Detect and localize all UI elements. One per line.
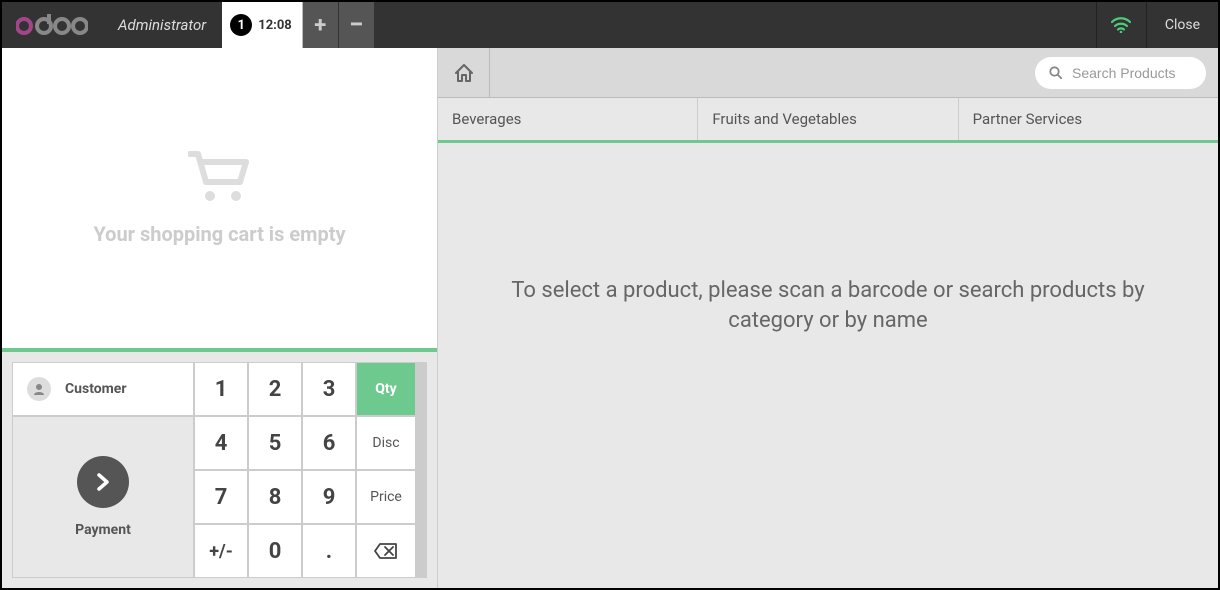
product-hint-text: To select a product, please scan a barco… <box>508 276 1148 335</box>
action-pad: Customer 1 2 3 Qty Payment 4 5 6 Disc 7 … <box>2 348 437 588</box>
numpad-0[interactable]: 0 <box>249 525 301 577</box>
search-icon <box>1049 66 1062 79</box>
order-time: 12:08 <box>258 18 292 33</box>
numpad-7[interactable]: 7 <box>195 471 247 523</box>
home-icon <box>453 63 475 83</box>
category-beverages[interactable]: Beverages <box>438 98 698 140</box>
category-fruits-and-vegetables[interactable]: Fruits and Vegetables <box>698 98 958 140</box>
chevron-right-icon <box>77 456 129 508</box>
numpad-8[interactable]: 8 <box>249 471 301 523</box>
breadcrumb-row <box>438 48 1218 98</box>
search-input[interactable] <box>1072 65 1192 81</box>
close-button[interactable]: Close <box>1146 2 1218 48</box>
mode-disc-button[interactable]: Disc <box>357 417 415 469</box>
username[interactable]: Administrator <box>102 2 222 48</box>
customer-label: Customer <box>65 381 126 397</box>
add-order-button[interactable]: + <box>303 2 339 48</box>
numpad-2[interactable]: 2 <box>249 363 301 415</box>
numpad-3[interactable]: 3 <box>303 363 355 415</box>
cart-area: Your shopping cart is empty <box>2 48 437 348</box>
left-panel: Your shopping cart is empty Customer 1 2… <box>2 48 438 588</box>
numpad-9[interactable]: 9 <box>303 471 355 523</box>
topbar: Administrator 1 12:08 + − Close <box>2 2 1218 48</box>
product-area: To select a product, please scan a barco… <box>438 143 1218 588</box>
numpad-5[interactable]: 5 <box>249 417 301 469</box>
logo <box>2 2 102 48</box>
right-panel: Beverages Fruits and Vegetables Partner … <box>438 48 1218 588</box>
user-icon <box>27 377 51 401</box>
order-tab-active[interactable]: 1 12:08 <box>222 2 303 48</box>
remove-order-button[interactable]: − <box>339 2 375 48</box>
numpad-4[interactable]: 4 <box>195 417 247 469</box>
numpad-6[interactable]: 6 <box>303 417 355 469</box>
numpad-sign[interactable]: +/- <box>195 525 247 577</box>
payment-label: Payment <box>75 522 131 538</box>
category-partner-services[interactable]: Partner Services <box>959 98 1218 140</box>
search-box[interactable] <box>1035 57 1206 89</box>
odoo-logo-icon <box>16 14 88 36</box>
mode-price-button[interactable]: Price <box>357 471 415 523</box>
order-number-badge: 1 <box>230 14 252 36</box>
payment-button[interactable]: Payment <box>13 417 193 577</box>
connection-status-icon <box>1096 2 1146 48</box>
cart-empty-text: Your shopping cart is empty <box>93 222 345 246</box>
category-row: Beverages Fruits and Vegetables Partner … <box>438 98 1218 143</box>
numpad-1[interactable]: 1 <box>195 363 247 415</box>
home-button[interactable] <box>438 48 490 97</box>
mode-qty-button[interactable]: Qty <box>357 363 415 415</box>
backspace-icon <box>374 543 398 559</box>
numpad-backspace[interactable] <box>357 525 415 577</box>
customer-button[interactable]: Customer <box>13 363 193 415</box>
order-tabs: 1 12:08 + − <box>222 2 375 48</box>
numpad-dot[interactable]: . <box>303 525 355 577</box>
cart-icon <box>188 150 252 208</box>
